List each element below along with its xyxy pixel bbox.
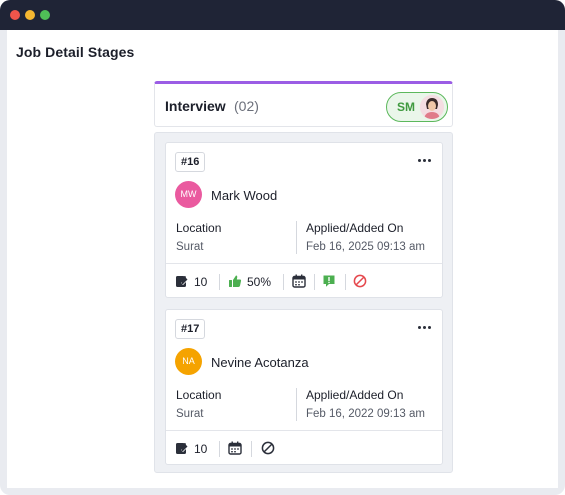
stage-count: (02) [234, 98, 259, 114]
action-separator [251, 441, 252, 457]
notes-action[interactable]: 10 [175, 271, 215, 291]
location-label: Location [176, 221, 222, 235]
stage-owner-chip[interactable]: SM [386, 92, 448, 122]
rating-percent: 50% [247, 275, 272, 289]
owner-photo-icon [420, 95, 444, 119]
thumbs-up-icon [229, 275, 242, 287]
page-title: Job Detail Stages [16, 44, 135, 60]
info-divider [296, 221, 297, 254]
candidate-card[interactable]: #16 MW Mark Wood Location Surat Applied/… [165, 142, 443, 298]
action-separator [283, 274, 284, 290]
notes-count: 10 [194, 275, 208, 289]
block-action[interactable] [261, 438, 277, 458]
applied-value: Feb 16, 2022 09:13 am [306, 408, 425, 420]
block-icon [261, 441, 275, 455]
candidate-name[interactable]: Nevine Acotanza [211, 355, 309, 370]
applied-label: Applied/Added On [306, 221, 404, 235]
candidate-id-badge: #17 [175, 319, 206, 339]
applied-value: Feb 16, 2025 09:13 am [306, 241, 425, 253]
app-window: Job Detail Stages Interview (02) SM #16 … [0, 0, 565, 495]
maximize-window-button[interactable] [40, 10, 50, 20]
candidate-avatar: MW [175, 181, 202, 208]
owner-initials: SM [397, 100, 415, 114]
location-value: Surat [176, 408, 204, 420]
stage-header: Interview (02) SM [154, 81, 453, 127]
reject-action[interactable] [353, 271, 369, 291]
action-separator [219, 441, 220, 457]
owner-avatar [420, 95, 444, 119]
action-separator [345, 274, 346, 290]
location-label: Location [176, 388, 222, 402]
notes-count: 10 [194, 442, 208, 456]
title-bar [0, 0, 565, 30]
rating-action[interactable]: 50% [228, 271, 278, 291]
info-divider [296, 388, 297, 421]
applied-label: Applied/Added On [306, 388, 404, 402]
more-options-icon[interactable] [416, 151, 434, 169]
notes-action[interactable]: 10 [175, 438, 215, 458]
schedule-action[interactable] [228, 438, 244, 458]
candidate-name[interactable]: Mark Wood [211, 188, 277, 203]
calendar-icon [228, 441, 242, 455]
content-area: Job Detail Stages Interview (02) SM #16 … [7, 30, 558, 488]
candidate-avatar: NA [175, 348, 202, 375]
schedule-action[interactable] [292, 271, 308, 291]
action-separator [314, 274, 315, 290]
candidate-card[interactable]: #17 NA Nevine Acotanza Location Surat Ap… [165, 309, 443, 465]
calendar-icon [292, 274, 306, 288]
close-window-button[interactable] [10, 10, 20, 20]
more-options-icon[interactable] [416, 318, 434, 336]
reject-icon [353, 274, 367, 288]
stage-column: #16 MW Mark Wood Location Surat Applied/… [154, 132, 453, 473]
action-separator [219, 274, 220, 290]
notes-icon [176, 275, 188, 287]
location-value: Surat [176, 241, 204, 253]
feedback-action[interactable] [322, 271, 338, 291]
candidate-id-badge: #16 [175, 152, 206, 172]
row-divider [166, 430, 442, 431]
minimize-window-button[interactable] [25, 10, 35, 20]
feedback-icon [323, 275, 335, 287]
notes-icon [176, 442, 188, 454]
row-divider [166, 263, 442, 264]
stage-name: Interview [165, 98, 226, 114]
